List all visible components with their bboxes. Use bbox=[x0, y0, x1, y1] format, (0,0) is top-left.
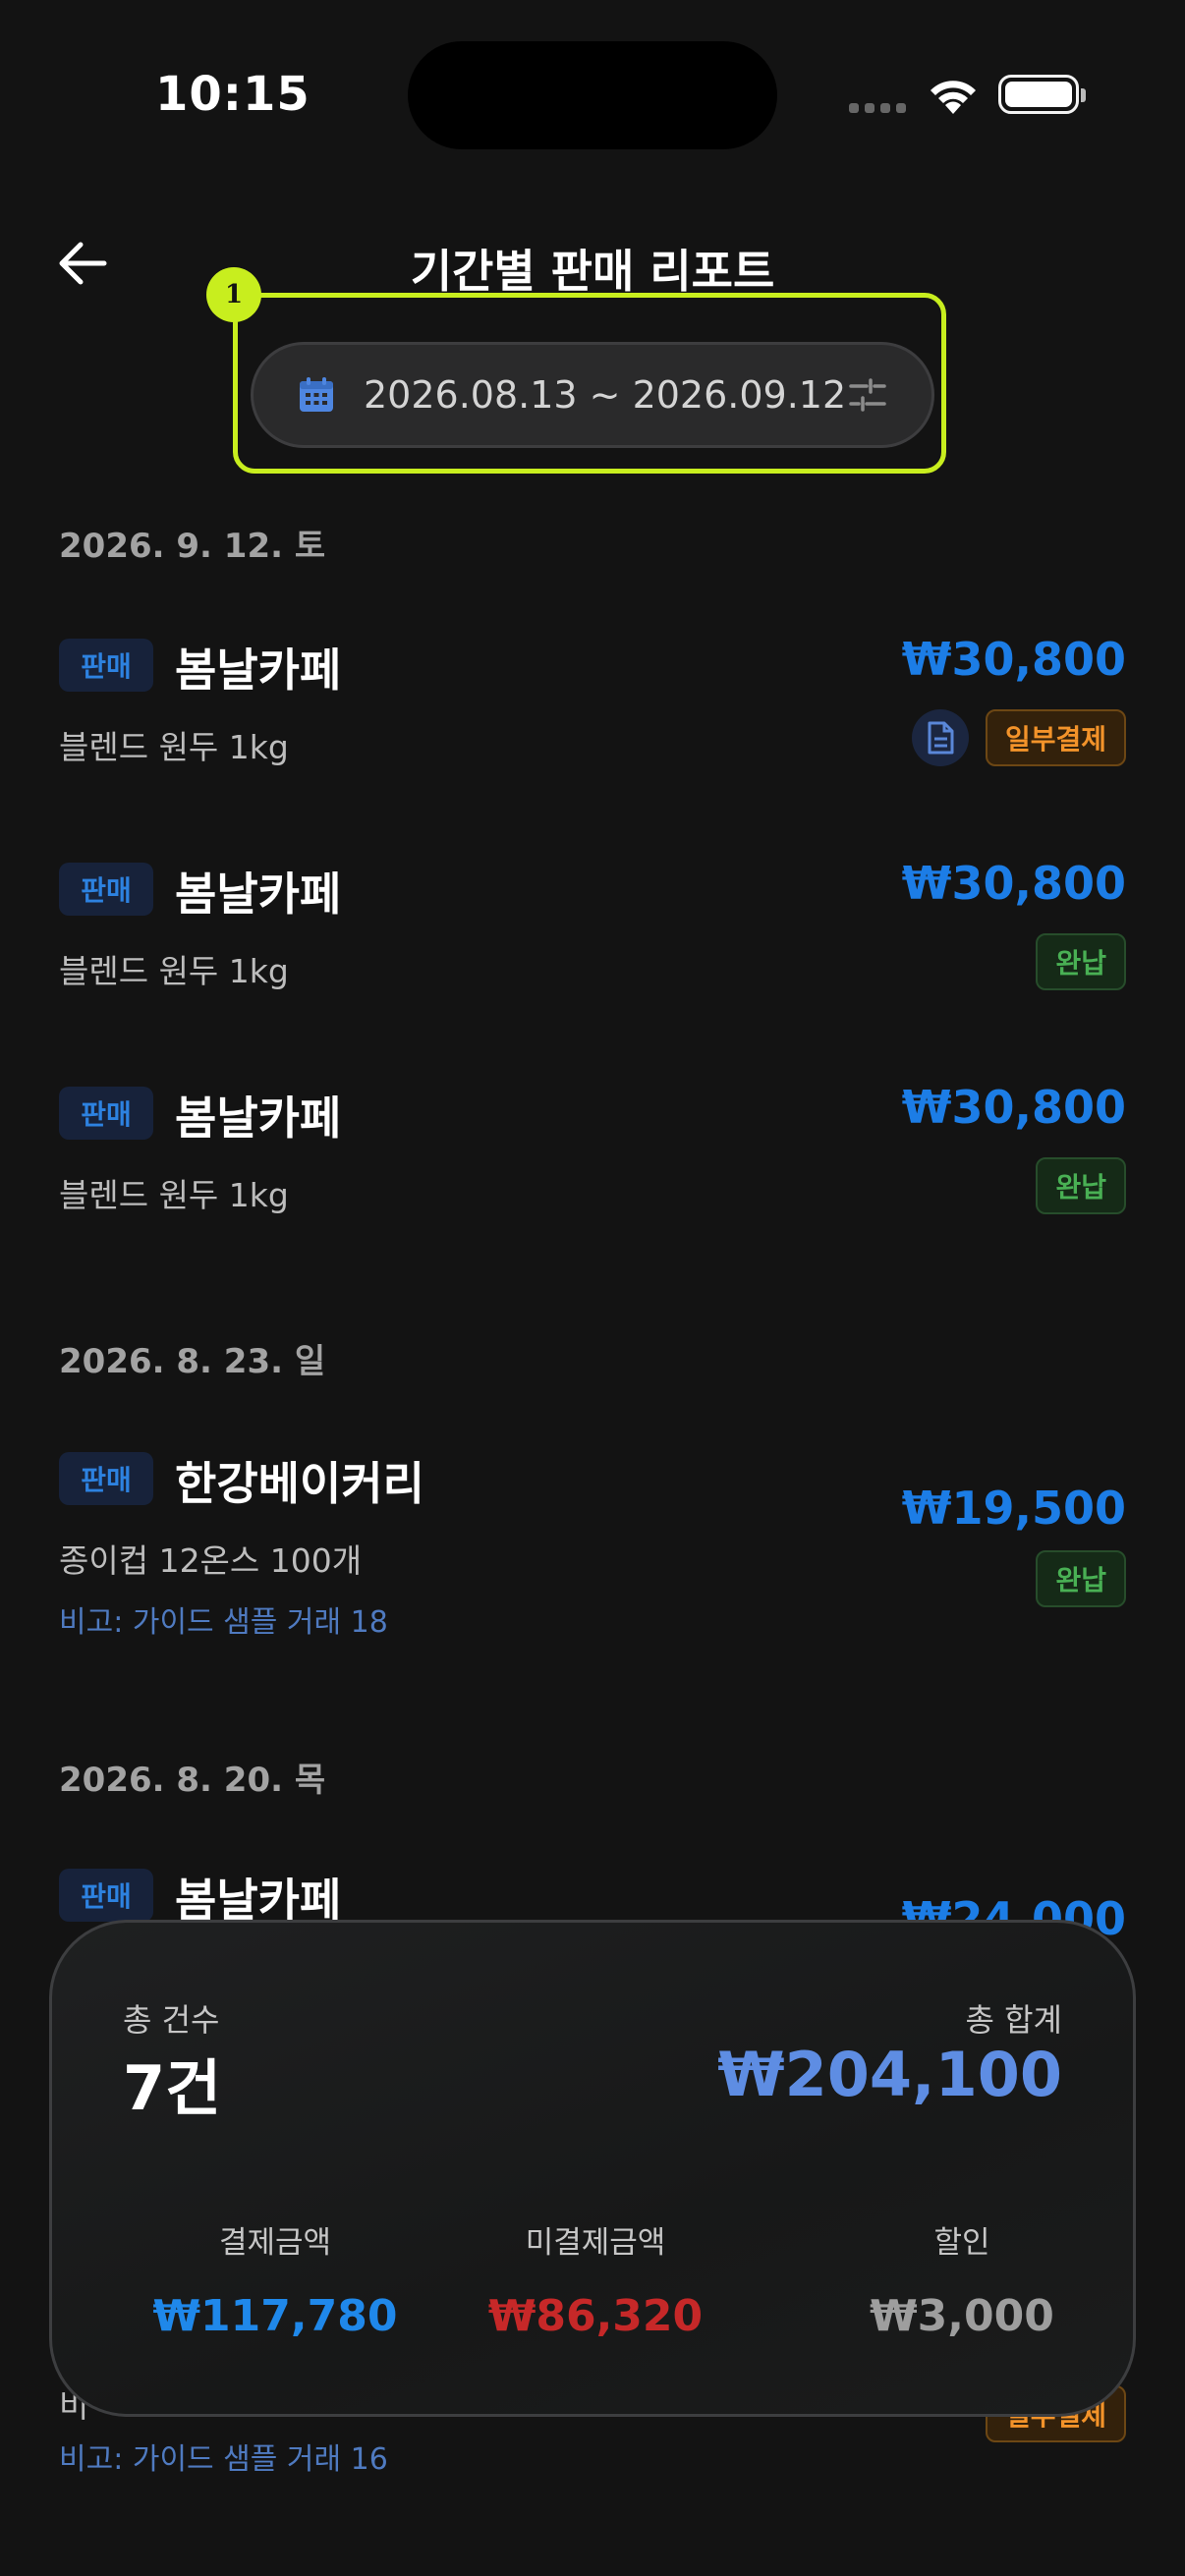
date-header: 2026. 9. 12. 토 bbox=[59, 527, 326, 566]
amount: ₩19,500 bbox=[901, 1482, 1126, 1535]
status-time: 10:15 bbox=[155, 67, 310, 122]
dynamic-island bbox=[408, 41, 777, 149]
memo-text: 비고: 가이드 샘플 거래 16 bbox=[59, 2442, 388, 2477]
sale-type-badge: 판매 bbox=[59, 863, 153, 916]
amount: ₩30,800 bbox=[901, 633, 1126, 686]
store-name: 봄날카페 bbox=[175, 868, 342, 921]
store-name: 봄날카페 bbox=[175, 1092, 342, 1145]
total-count-value: 7건 bbox=[123, 2052, 222, 2124]
amount: ₩30,800 bbox=[901, 857, 1126, 910]
item-description: 블렌드 원두 1kg bbox=[59, 1176, 289, 1214]
page-title: 기간별 판매 리포트 bbox=[410, 245, 775, 298]
date-range-text: 2026.08.13 ~ 2026.09.12 bbox=[364, 373, 847, 417]
status-badge: 완납 bbox=[1036, 1157, 1126, 1214]
store-name: 한강베이커리 bbox=[175, 1457, 424, 1510]
status-badge: 완납 bbox=[1036, 1550, 1126, 1607]
item-description: 블렌드 원두 1kg bbox=[59, 728, 289, 766]
sale-type-badge: 판매 bbox=[59, 639, 153, 692]
sale-type-badge: 판매 bbox=[59, 1087, 153, 1140]
list-item[interactable]: 판매 봄날카페 블렌드 원두 1kg ₩30,800 일부결제 bbox=[59, 629, 1126, 786]
annotation-marker: 1 bbox=[206, 267, 261, 322]
unpaid-amount-label: 미결제금액 bbox=[525, 2225, 666, 2261]
list-item[interactable]: 판매 봄날카페 블렌드 원두 1kg ₩30,800 완납 bbox=[59, 1077, 1126, 1234]
unpaid-amount-block: 미결제금액 ₩86,320 bbox=[419, 2217, 772, 2341]
paid-amount-label: 결제금액 bbox=[218, 2225, 332, 2261]
sale-type-badge: 판매 bbox=[59, 1452, 153, 1505]
calendar-icon bbox=[300, 377, 333, 412]
paid-amount-value: ₩117,780 bbox=[152, 2291, 398, 2341]
list-item[interactable]: 판매 봄날카페 블렌드 원두 1kg ₩30,800 완납 bbox=[59, 853, 1126, 1010]
sale-type-badge: 판매 bbox=[59, 1869, 153, 1922]
total-amount-value: ₩204,100 bbox=[717, 2039, 1062, 2110]
cellular-signal-icon bbox=[849, 103, 906, 113]
total-amount-label: 총 합계 bbox=[965, 2001, 1063, 2039]
memo-text: 비고: 가이드 샘플 거래 18 bbox=[59, 1605, 388, 1640]
paid-amount-block: 결제금액 ₩117,780 bbox=[98, 2217, 452, 2341]
discount-block: 할인 ₩3,000 bbox=[785, 2217, 1139, 2341]
battery-icon bbox=[998, 75, 1086, 114]
filter-sliders-icon[interactable] bbox=[847, 374, 888, 416]
status-badge: 일부결제 bbox=[985, 709, 1126, 766]
item-description: 종이컵 12온스 100개 bbox=[59, 1541, 363, 1580]
list-item[interactable]: 판매 한강베이커리 종이컵 12온스 100개 비고: 가이드 샘플 거래 18… bbox=[59, 1442, 1126, 1640]
total-count-label: 총 건수 bbox=[123, 2001, 220, 2039]
wifi-icon bbox=[931, 81, 976, 114]
summary-card: 총 건수 7건 총 합계 ₩204,100 결제금액 ₩117,780 미결제금… bbox=[49, 1920, 1136, 2417]
document-icon[interactable] bbox=[912, 709, 969, 766]
amount: ₩30,800 bbox=[901, 1081, 1126, 1134]
unpaid-amount-value: ₩86,320 bbox=[487, 2291, 704, 2341]
status-badge: 완납 bbox=[1036, 933, 1126, 990]
discount-label: 할인 bbox=[933, 2225, 990, 2261]
date-header: 2026. 8. 23. 일 bbox=[59, 1342, 326, 1381]
item-description: 블렌드 원두 1kg bbox=[59, 952, 289, 990]
store-name: 봄날카페 bbox=[175, 644, 342, 697]
date-range-selector[interactable]: 2026.08.13 ~ 2026.09.12 bbox=[251, 342, 934, 448]
discount-value: ₩3,000 bbox=[870, 2291, 1054, 2341]
date-header: 2026. 8. 20. 목 bbox=[59, 1761, 326, 1800]
